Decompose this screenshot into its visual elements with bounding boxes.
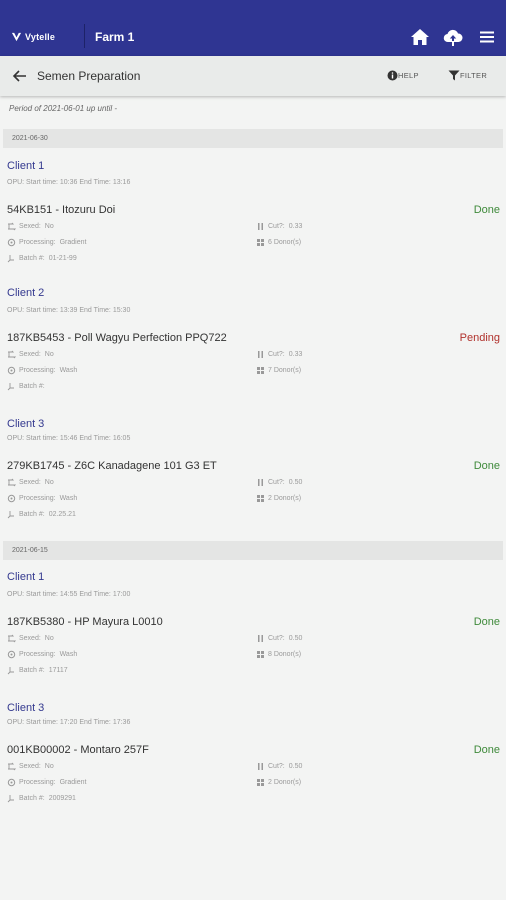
date-header: 2021-06-30 [3,129,503,148]
cut-detail: Cut?: 0.33 [256,350,302,359]
bull-name[interactable]: 001KB00002 - Montaro 257F [7,744,149,756]
grid-icon [257,495,264,502]
date-header: 2021-06-15 [3,541,503,560]
batch-icon [7,511,14,519]
sexed-icon [8,478,16,487]
sexed-detail: Sexed: No [7,222,54,231]
donors-detail: 6 Donor(s) [256,238,301,247]
client-name[interactable]: Client 3 [7,418,44,430]
grid-icon [257,367,264,374]
farm-name[interactable]: Farm 1 [95,30,134,44]
status-badge: Done [473,744,500,756]
donors-detail: 7 Donor(s) [256,366,301,375]
processing-icon [7,778,16,787]
page-title: Semen Preparation [37,69,141,83]
help-button[interactable]: HELP [387,70,419,81]
vytelle-logo-icon [11,32,22,42]
processing-detail: Processing: Wash [7,494,77,503]
processing-detail: Processing: Gradient [7,778,86,787]
cut-icon [258,763,263,770]
grid-icon [257,239,264,246]
grid-icon [257,779,264,786]
filter-label: FILTER [460,71,488,80]
client-name[interactable]: Client 3 [7,702,44,714]
filter-button[interactable]: FILTER [448,70,487,81]
bull-name[interactable]: 279KB1745 - Z6C Kanadagene 101 G3 ET [7,460,217,472]
opu-time: OPU: Start time: 17:20 End Time: 17:36 [7,719,131,726]
donors-detail: 8 Donor(s) [256,650,301,659]
bull-name[interactable]: 187KB5380 - HP Mayura L0010 [7,616,163,628]
cut-icon [258,479,263,486]
donors-detail: 2 Donor(s) [256,778,301,787]
cut-detail: Cut?: 0.50 [256,634,302,643]
sexed-icon [8,222,16,231]
sexed-detail: Sexed: No [7,762,54,771]
batch-icon [7,667,14,675]
processing-icon [7,238,16,247]
bull-name[interactable]: 54KB151 - Itozuru Doi [7,204,115,216]
back-arrow-icon[interactable] [12,69,27,83]
status-badge: Done [473,204,500,216]
processing-icon [7,366,16,375]
opu-time: OPU: Start time: 10:36 End Time: 13:16 [7,179,131,186]
donors-detail: 2 Donor(s) [256,494,301,503]
cut-detail: Cut?: 0.50 [256,478,302,487]
sexed-icon [8,350,16,359]
opu-time: OPU: Start time: 13:39 End Time: 15:30 [7,307,131,314]
processing-detail: Processing: Gradient [7,238,86,247]
batch-icon [7,795,14,803]
help-label: HELP [398,71,419,80]
status-badge: Done [473,460,500,472]
cut-icon [258,351,263,358]
app-bar: Vytelle Farm 1 [0,0,506,56]
app-bar-divider [84,24,85,48]
status-badge: Pending [459,332,500,344]
filter-icon [448,70,460,81]
processing-icon [7,650,16,659]
batch-detail: Batch #: 2009291 [7,794,76,803]
processing-detail: Processing: Wash [7,366,77,375]
grid-icon [257,651,264,658]
menu-icon[interactable] [477,27,497,47]
cut-icon [258,223,263,230]
client-name[interactable]: Client 2 [7,287,44,299]
opu-time: OPU: Start time: 15:46 End Time: 16:05 [7,435,131,442]
home-icon[interactable] [410,27,430,47]
logo-text: Vytelle [25,31,56,42]
batch-detail: Batch #: [7,382,49,391]
sexed-detail: Sexed: No [7,478,54,487]
sexed-detail: Sexed: No [7,350,54,359]
batch-detail: Batch #: 17117 [7,666,68,675]
client-name[interactable]: Client 1 [7,571,44,583]
status-badge: Done [473,616,500,628]
batch-detail: Batch #: 01-21-99 [7,254,77,263]
batch-icon [7,383,14,391]
processing-icon [7,494,16,503]
cloud-upload-icon[interactable] [443,27,463,47]
info-icon [387,70,398,81]
batch-detail: Batch #: 02.25.21 [7,510,76,519]
cut-detail: Cut?: 0.50 [256,762,302,771]
cut-icon [258,635,263,642]
sexed-detail: Sexed: No [7,634,54,643]
period-text: Period of 2021-06-01 up until - [9,104,118,113]
client-name[interactable]: Client 1 [7,160,44,172]
processing-detail: Processing: Wash [7,650,77,659]
sexed-icon [8,762,16,771]
opu-time: OPU: Start time: 14:55 End Time: 17:00 [7,591,131,598]
batch-icon [7,255,14,263]
bull-name[interactable]: 187KB5453 - Poll Wagyu Perfection PPQ722 [7,332,227,344]
sexed-icon [8,634,16,643]
sub-header: Semen Preparation HELP FILTER [0,56,506,96]
cut-detail: Cut?: 0.33 [256,222,302,231]
vytelle-logo[interactable]: Vytelle [11,31,55,42]
